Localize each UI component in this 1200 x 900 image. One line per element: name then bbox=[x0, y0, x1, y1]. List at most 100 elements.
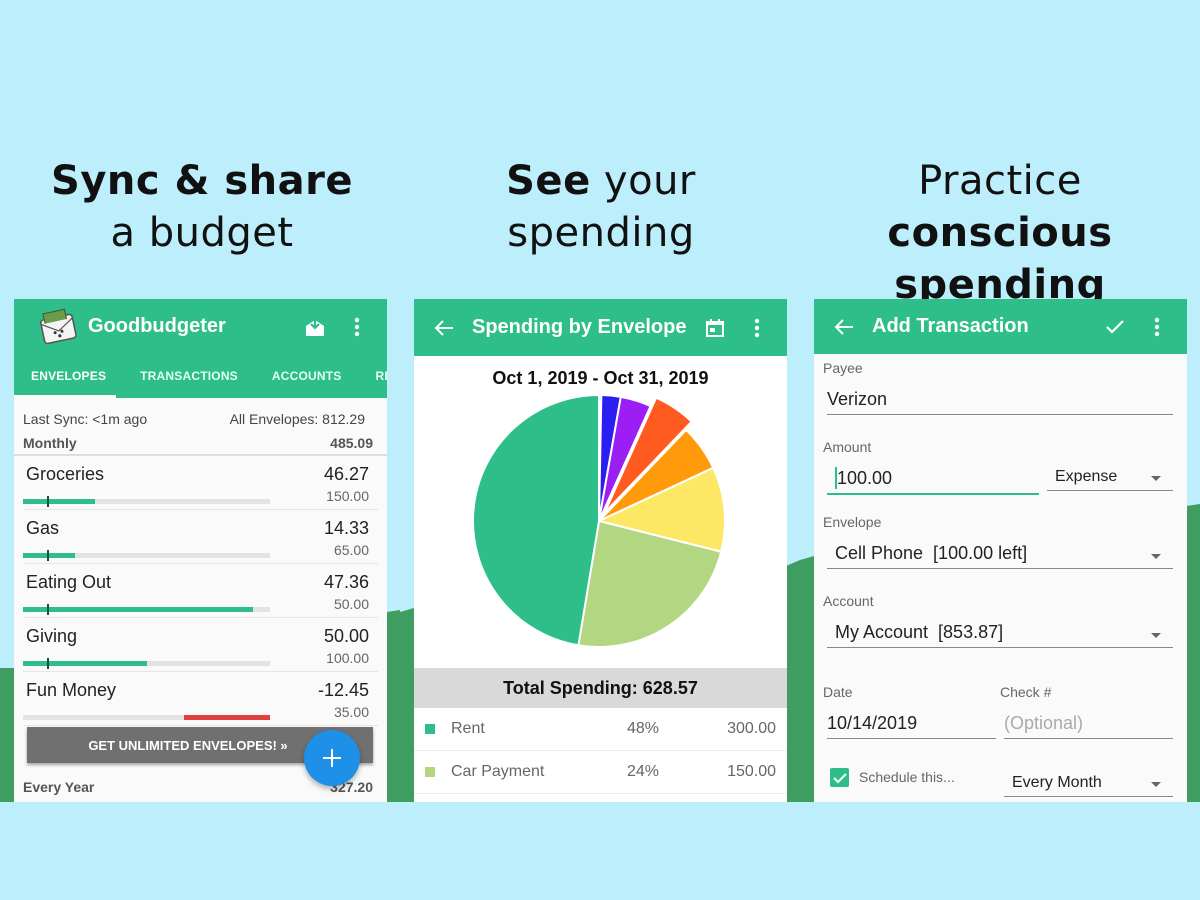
group-total: 485.09 bbox=[330, 435, 373, 451]
spending-legend: Rent 48% 300.00 Car Payment 24% 150.00 bbox=[414, 708, 787, 794]
dropdown-caret-icon bbox=[1151, 782, 1161, 787]
envelope-amount: 50.00 bbox=[323, 626, 369, 646]
app-bar: Spending by Envelope bbox=[414, 299, 787, 356]
tab-accounts[interactable]: ACCOUNTS bbox=[255, 369, 359, 383]
transaction-type-value: Expense bbox=[1055, 468, 1118, 485]
last-sync-text: Last Sync: <1m ago bbox=[23, 411, 148, 427]
date-label: Date bbox=[823, 684, 853, 700]
screen-title: Spending by Envelope bbox=[472, 316, 687, 338]
check-number-input[interactable]: (Optional) bbox=[1004, 707, 1173, 739]
legend-swatch bbox=[425, 767, 435, 777]
date-value: 10/14/2019 bbox=[827, 713, 918, 733]
back-arrow-icon[interactable] bbox=[830, 313, 858, 341]
calendar-icon[interactable] bbox=[701, 314, 729, 342]
app-bar: Add Transaction bbox=[814, 299, 1187, 354]
account-value: My Account [853.87] bbox=[835, 622, 1004, 642]
headline-sync-share: Sync & share a budget bbox=[51, 158, 353, 256]
check-number-placeholder: (Optional) bbox=[1004, 713, 1084, 733]
amount-input[interactable]: 100.00 bbox=[827, 463, 1039, 495]
pie-chart-container bbox=[414, 391, 787, 664]
envelope-name: Groceries bbox=[26, 464, 105, 484]
more-vert-icon[interactable] bbox=[1143, 313, 1171, 341]
dropdown-caret-icon bbox=[1151, 554, 1161, 559]
envelope-amount: 46.27 bbox=[323, 464, 369, 484]
envelope-select[interactable]: Cell Phone [100.00 left] bbox=[827, 537, 1173, 569]
schedule-checkbox[interactable] bbox=[830, 768, 849, 787]
plus-icon bbox=[323, 749, 341, 767]
spending-pie-chart[interactable] bbox=[464, 391, 734, 661]
envelope-name: Eating Out bbox=[26, 572, 112, 592]
add-fab-button[interactable] bbox=[304, 730, 360, 786]
back-arrow-icon[interactable] bbox=[430, 314, 458, 342]
pie-slice-rent[interactable] bbox=[472, 393, 600, 647]
envelope-progress-bar bbox=[23, 715, 270, 720]
payee-input[interactable]: Verizon bbox=[827, 383, 1173, 415]
envelope-row[interactable]: Gas 14.33 65.00 bbox=[23, 510, 378, 564]
date-marker-tick bbox=[47, 496, 49, 507]
legend-value: 300.00 bbox=[727, 720, 776, 737]
schedule-frequency-select[interactable]: Every Month bbox=[1004, 767, 1173, 797]
app-bar: Goodbudgeter bbox=[14, 299, 387, 354]
app-title: Goodbudgeter bbox=[88, 315, 226, 337]
envelope-list: Groceries 46.27 150.00 Gas 14.33 65.00 Eating … bbox=[14, 456, 387, 726]
account-label: Account bbox=[823, 593, 874, 609]
envelope-budget: 65.00 bbox=[333, 542, 369, 558]
all-envelopes-total: All Envelopes: 812.29 bbox=[229, 411, 365, 427]
amount-value: 100.00 bbox=[837, 468, 893, 488]
tab-bar: ENVELOPES TRANSACTIONS ACCOUNTS REPO bbox=[14, 354, 387, 398]
transaction-type-select[interactable]: Expense bbox=[1047, 463, 1173, 491]
envelope-progress-fill bbox=[183, 715, 270, 720]
date-input[interactable]: 10/14/2019 bbox=[827, 707, 996, 739]
envelope-amount: 47.36 bbox=[323, 572, 369, 592]
inbox-download-icon[interactable] bbox=[301, 313, 329, 341]
date-marker-tick bbox=[47, 604, 49, 615]
legend-percent: 24% bbox=[627, 763, 660, 780]
legend-row[interactable]: Rent 48% 300.00 bbox=[414, 708, 787, 751]
envelope-name: Fun Money bbox=[26, 680, 117, 700]
legend-row[interactable]: Car Payment 24% 150.00 bbox=[414, 751, 787, 794]
envelope-row[interactable]: Fun Money -12.45 35.00 bbox=[23, 672, 378, 726]
legend-value: 150.00 bbox=[727, 763, 776, 780]
legend-swatch bbox=[425, 724, 435, 734]
envelope-name: Gas bbox=[26, 518, 60, 538]
dropdown-caret-icon bbox=[1151, 476, 1161, 481]
legend-name: Rent bbox=[451, 720, 485, 737]
schedule-frequency-value: Every Month bbox=[1012, 774, 1102, 791]
payee-label: Payee bbox=[823, 360, 863, 376]
envelope-budget: 100.00 bbox=[326, 650, 369, 666]
tab-envelopes[interactable]: ENVELOPES bbox=[14, 369, 123, 383]
group-label: Every Year bbox=[23, 779, 95, 795]
account-select[interactable]: My Account [853.87] bbox=[827, 616, 1173, 648]
more-vert-icon[interactable] bbox=[343, 313, 371, 341]
envelope-progress-fill bbox=[23, 499, 95, 504]
envelope-row[interactable]: Giving 50.00 100.00 bbox=[23, 618, 378, 672]
group-label: Monthly bbox=[23, 435, 77, 451]
group-header-monthly: Monthly 485.09 bbox=[14, 432, 387, 456]
envelope-label: Envelope bbox=[823, 514, 882, 530]
total-spending: Total Spending: 628.57 bbox=[414, 668, 787, 708]
amount-label: Amount bbox=[823, 439, 872, 455]
envelope-progress-fill bbox=[23, 661, 147, 666]
envelope-amount: 14.33 bbox=[323, 518, 369, 538]
check-icon[interactable] bbox=[1101, 313, 1129, 341]
check-number-label: Check # bbox=[1000, 684, 1052, 700]
legend-percent: 48% bbox=[627, 720, 660, 737]
envelope-budget: 150.00 bbox=[326, 488, 369, 504]
tab-transactions[interactable]: TRANSACTIONS bbox=[123, 369, 255, 383]
envelope-row[interactable]: Groceries 46.27 150.00 bbox=[23, 456, 378, 510]
envelope-value: Cell Phone [100.00 left] bbox=[835, 543, 1028, 563]
date-marker-tick bbox=[47, 550, 49, 561]
add-transaction-screen: Add Transaction Payee Verizon Amount 100… bbox=[814, 299, 1187, 802]
spending-screen: Spending by Envelope Oct 1, 2019 - Oct 3… bbox=[414, 299, 787, 802]
more-vert-icon[interactable] bbox=[743, 314, 771, 342]
envelope-progress-bar bbox=[23, 658, 270, 669]
envelope-budget: 50.00 bbox=[333, 596, 369, 612]
envelope-row[interactable]: Eating Out 47.36 50.00 bbox=[23, 564, 378, 618]
sync-status-row: Last Sync: <1m ago All Envelopes: 812.29 bbox=[14, 398, 387, 432]
envelope-progress-fill bbox=[23, 607, 253, 612]
app-logo-envelope-icon bbox=[36, 307, 80, 347]
tab-reports[interactable]: REPO bbox=[359, 369, 388, 383]
check-icon bbox=[832, 772, 847, 783]
headline-see-spending: See your spending bbox=[506, 158, 696, 256]
date-marker-tick bbox=[47, 658, 49, 669]
